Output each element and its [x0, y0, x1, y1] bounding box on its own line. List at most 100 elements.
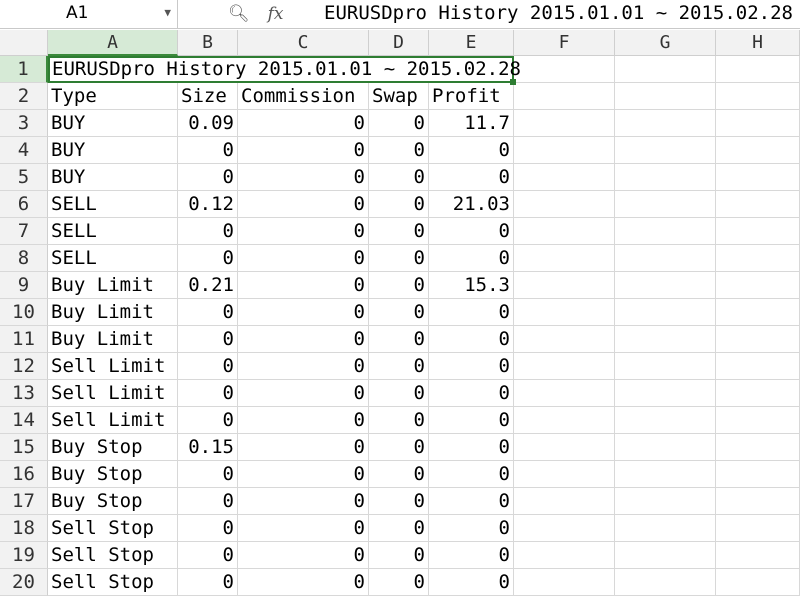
- cell[interactable]: [615, 542, 716, 569]
- fill-handle[interactable]: [510, 79, 516, 85]
- data-cell[interactable]: 0: [238, 569, 369, 596]
- data-cell[interactable]: 0: [429, 164, 514, 191]
- data-cell[interactable]: 0: [178, 569, 238, 596]
- data-cell[interactable]: 0: [429, 488, 514, 515]
- cell[interactable]: [514, 542, 615, 569]
- cell[interactable]: [514, 488, 615, 515]
- cell[interactable]: [615, 191, 716, 218]
- data-cell[interactable]: 11.7: [429, 110, 514, 137]
- row-header[interactable]: 16: [0, 461, 48, 488]
- data-cell[interactable]: Sell Limit: [48, 407, 178, 434]
- cell[interactable]: [615, 83, 716, 110]
- data-cell[interactable]: 0: [238, 110, 369, 137]
- cell[interactable]: [514, 56, 615, 83]
- data-cell[interactable]: 0: [429, 542, 514, 569]
- data-cell[interactable]: 0: [178, 353, 238, 380]
- function-icon[interactable]: fx: [268, 4, 284, 24]
- header-cell[interactable]: Type: [48, 83, 178, 110]
- row-header[interactable]: 17: [0, 488, 48, 515]
- data-cell[interactable]: 0: [369, 245, 429, 272]
- data-cell[interactable]: 0: [429, 461, 514, 488]
- data-cell[interactable]: 0: [369, 461, 429, 488]
- data-cell[interactable]: 0: [238, 407, 369, 434]
- cell[interactable]: [615, 353, 716, 380]
- data-cell[interactable]: BUY: [48, 137, 178, 164]
- cell[interactable]: [716, 218, 800, 245]
- select-all-corner[interactable]: [0, 30, 48, 56]
- cell[interactable]: [615, 488, 716, 515]
- cell[interactable]: [716, 434, 800, 461]
- cell[interactable]: [514, 434, 615, 461]
- cell[interactable]: [716, 137, 800, 164]
- row-header[interactable]: 20: [0, 569, 48, 596]
- cell[interactable]: [615, 299, 716, 326]
- cell[interactable]: [716, 542, 800, 569]
- cell[interactable]: [514, 245, 615, 272]
- data-cell[interactable]: 0: [429, 569, 514, 596]
- data-cell[interactable]: 0: [178, 542, 238, 569]
- cell[interactable]: [514, 461, 615, 488]
- data-cell[interactable]: 0: [238, 488, 369, 515]
- data-cell[interactable]: 0: [369, 326, 429, 353]
- data-cell[interactable]: 0: [429, 407, 514, 434]
- cell[interactable]: [615, 326, 716, 353]
- cell[interactable]: [615, 110, 716, 137]
- data-cell[interactable]: 0: [369, 407, 429, 434]
- header-cell[interactable]: Size: [178, 83, 238, 110]
- row-header[interactable]: 18: [0, 515, 48, 542]
- data-cell[interactable]: 0: [238, 218, 369, 245]
- data-cell[interactable]: 0: [238, 542, 369, 569]
- cell[interactable]: [716, 326, 800, 353]
- data-cell[interactable]: 0: [178, 245, 238, 272]
- row-header[interactable]: 10: [0, 299, 48, 326]
- header-cell[interactable]: Commission: [238, 83, 369, 110]
- cell[interactable]: [615, 380, 716, 407]
- cell[interactable]: [514, 569, 615, 596]
- column-header-h[interactable]: H: [716, 30, 800, 56]
- data-cell[interactable]: Buy Stop: [48, 434, 178, 461]
- cell[interactable]: [514, 191, 615, 218]
- row-header[interactable]: 15: [0, 434, 48, 461]
- cell[interactable]: [514, 218, 615, 245]
- data-cell[interactable]: SELL: [48, 218, 178, 245]
- cell[interactable]: [716, 299, 800, 326]
- cell[interactable]: [615, 461, 716, 488]
- data-cell[interactable]: SELL: [48, 245, 178, 272]
- data-cell[interactable]: BUY: [48, 164, 178, 191]
- data-cell[interactable]: 0: [238, 353, 369, 380]
- data-cell[interactable]: 0: [238, 191, 369, 218]
- data-cell[interactable]: 0: [369, 137, 429, 164]
- data-cell[interactable]: Buy Limit: [48, 299, 178, 326]
- data-cell[interactable]: Sell Stop: [48, 569, 178, 596]
- data-cell[interactable]: Sell Stop: [48, 542, 178, 569]
- cell[interactable]: [514, 353, 615, 380]
- data-cell[interactable]: 0.15: [178, 434, 238, 461]
- data-cell[interactable]: Sell Limit: [48, 380, 178, 407]
- cell[interactable]: [615, 218, 716, 245]
- data-cell[interactable]: 0: [238, 326, 369, 353]
- column-header-b[interactable]: B: [178, 30, 238, 56]
- data-cell[interactable]: 0.09: [178, 110, 238, 137]
- data-cell[interactable]: 0: [429, 218, 514, 245]
- cell[interactable]: [615, 245, 716, 272]
- cell[interactable]: [615, 164, 716, 191]
- data-cell[interactable]: 0: [429, 299, 514, 326]
- row-header[interactable]: 6: [0, 191, 48, 218]
- cell[interactable]: [514, 164, 615, 191]
- cell[interactable]: [615, 272, 716, 299]
- cell[interactable]: [716, 191, 800, 218]
- column-header-a[interactable]: A: [48, 30, 178, 56]
- data-cell[interactable]: 0: [429, 245, 514, 272]
- data-cell[interactable]: 0: [429, 515, 514, 542]
- cell[interactable]: [615, 137, 716, 164]
- data-cell[interactable]: Sell Limit: [48, 353, 178, 380]
- data-cell[interactable]: 0: [238, 380, 369, 407]
- data-cell[interactable]: 0: [429, 380, 514, 407]
- column-header-d[interactable]: D: [369, 30, 429, 56]
- column-header-e[interactable]: E: [429, 30, 514, 56]
- cell[interactable]: [716, 569, 800, 596]
- cell[interactable]: [615, 569, 716, 596]
- active-cell-a1[interactable]: EURUSDpro History 2015.01.01 ~ 2015.02.2…: [48, 56, 521, 85]
- data-cell[interactable]: Sell Stop: [48, 515, 178, 542]
- cell[interactable]: [615, 515, 716, 542]
